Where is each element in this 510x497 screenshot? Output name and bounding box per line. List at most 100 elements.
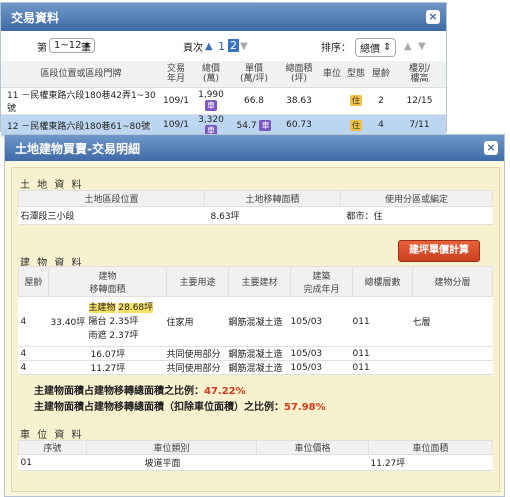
next-page-icon[interactable]: ▼ [240,41,248,52]
row-age: 4 [369,114,393,137]
col-floor: 樓別/ 樓高 [393,61,446,88]
main-building-label: 主建物 [88,302,116,313]
pk-area: 11.27坪 [368,454,493,471]
transaction-table: 區段位置或區段門牌 交易 年月 總價 (萬) 單價 (萬/坪) 總面積 (坪) … [1,61,446,137]
balcony-area: 2.35坪 [109,316,139,327]
bld-floors: 011 [352,360,413,375]
range-suffix: 筆 [81,42,91,54]
row-no: 11 [7,90,19,101]
ratio1-label: 主建物面積占建物移轉總面積之比例： [34,386,204,397]
transaction-panel: 交易資料 × 第 1~12 ▾ 筆 頁次 ▲ 1 2 ▼ 排序： 總價 ⇕ ▲ … [0,2,447,137]
parking-badge: 車 [259,119,272,131]
bld-layer: 七層 [412,296,493,347]
transaction-titlebar: 交易資料 × [1,3,446,31]
pk-no: 01 [18,454,87,471]
ratio2-value: 57.98% [284,402,326,413]
land-col-area: 土地移轉面積 [204,190,341,207]
close-icon[interactable]: × [484,141,498,155]
bld-area: 11.27坪 [48,360,167,375]
row-unit: 66.8 [231,87,277,115]
row-total: 3,320 [198,114,224,125]
building-table: 屋齡 建物 移轉面積 主要用途 主要建材 建築 完成年月 總樓層數 建物分層 4… [18,266,493,375]
bld-floors: 011 [352,296,413,347]
land-col-zone: 使用分區或編定 [340,190,493,207]
page-2-current[interactable]: 2 [228,39,239,52]
col-address: 區段位置或區段門牌 [1,61,161,88]
page-label: 頁次 [183,42,203,54]
table-header: 區段位置或區段門牌 交易 年月 總價 (萬) 單價 (萬/坪) 總面積 (坪) … [1,61,446,88]
table-row[interactable]: 11 －民權東路六段180巷42弄1~30號 109/1 1,990 車 66.… [1,87,446,115]
detail-title: 土地建物買賣-交易明細 [15,141,140,156]
row-age: 2 [369,87,393,115]
col-parking: 車位 [321,61,343,88]
balcony-label: 陽台 [88,316,107,327]
pager-bar: 第 1~12 ▾ 筆 頁次 ▲ 1 2 ▼ 排序： 總價 ⇕ ▲ ▼ [1,31,446,61]
col-type: 型態 [343,61,369,88]
parking-section-title: 車 位 資 料 [20,430,84,441]
land-table: 土地區段位置 土地移轉面積 使用分區或編定 石潭段三小段 8.63坪 都市：住 [18,190,493,225]
col-total: 總價 (萬) [191,61,231,88]
row-date: 109/1 [161,114,191,137]
land-area: 8.63坪 [204,206,341,225]
main-building-ratio: 主建物面積占建物移轉總面積之比例：47.22% [34,382,246,397]
row-floor: 7/11 [393,114,446,137]
unit-price-calc-button[interactable]: 建坪單價計算 [398,240,480,262]
bld-date: 105/03 [290,296,353,347]
pk-col-no: 序號 [18,440,87,455]
bld-col-floors: 總樓層數 [352,266,413,297]
table-row: 4 33.40坪 主建物 28.68坪 陽台 2.35坪 雨遮 2.37坪 住家… [18,296,493,347]
bld-age: 4 [18,360,49,375]
col-area: 總面積 (坪) [277,61,321,88]
land-section-title: 土 地 資 料 [20,180,84,191]
range-value: 1~12 [54,40,82,51]
table-row: 4 16.07坪 共同使用部分 鋼筋混凝土造 105/03 011 [18,346,493,361]
ratio2-label: 主建物面積占建物移轉總面積（扣除車位面積）之比例： [34,402,284,413]
type-badge: 住 [350,119,362,131]
prev-page-icon[interactable]: ▲ [205,41,213,52]
bld-col-age: 屋齡 [18,266,49,297]
detail-titlebar: 土地建物買賣-交易明細 × [5,135,504,161]
type-badge: 住 [350,95,362,106]
col-unit: 單價 (萬/坪) [231,61,277,88]
bld-use: 住家用 [166,296,229,347]
row-address: －民權東路六段180巷42弄1~30號 [7,90,156,114]
bld-age: 4 [18,296,49,347]
sort-value: 總價 [360,44,380,55]
bld-material: 鋼筋混凝土造 [228,296,291,347]
table-row: 4 11.27坪 共同使用部分 鋼筋混凝土造 105/03 011 [18,360,493,375]
detail-content: 土 地 資 料 土地區段位置 土地移轉面積 使用分區或編定 石潭段三小段 8.6… [11,167,500,492]
row-date: 109/1 [161,87,191,115]
main-building-ratio-excl-parking: 主建物面積占建物移轉總面積（扣除車位面積）之比例：57.98% [34,398,326,413]
range-prefix: 第 [37,42,47,54]
bld-use: 共同使用部分 [166,360,229,375]
rain-shelter-label: 雨遮 [88,330,107,341]
bld-use: 共同使用部分 [166,346,229,361]
bld-age: 4 [18,346,49,361]
transaction-title: 交易資料 [11,10,60,25]
sort-label: 排序： [321,42,351,54]
main-building-area: 28.68坪 [118,302,154,313]
pk-col-area: 車位面積 [368,440,493,455]
bld-date: 105/03 [290,360,353,375]
sort-asc-icon[interactable]: ▲ [404,41,412,52]
bld-material: 鋼筋混凝土造 [228,360,291,375]
bld-area: 16.07坪 [48,346,167,361]
close-icon[interactable]: × [426,10,440,24]
rain-shelter-area: 2.37坪 [109,330,139,341]
sort-desc-icon[interactable]: ▼ [418,41,426,52]
bld-col-date: 建築 完成年月 [290,266,353,297]
pk-type: 坡道平面 [86,454,257,471]
ratio1-value: 47.22% [204,386,246,397]
page-1-link[interactable]: 1 [218,40,225,53]
table-row-selected[interactable]: 12 －民權東路六段180巷61~80號 109/1 3,320 車 54.7 … [1,114,446,137]
row-unit: 54.7 [236,120,257,131]
bld-col-area: 建物 移轉面積 [48,266,167,297]
table-row: 01 坡道平面 11.27坪 [18,454,493,471]
bld-material: 鋼筋混凝土造 [228,346,291,361]
detail-panel: 土地建物買賣-交易明細 × 土 地 資 料 土地區段位置 土地移轉面積 使用分區… [4,134,505,497]
sort-select[interactable]: 總價 ⇕ [355,38,397,57]
pk-price [256,454,369,471]
row-no: 12 [7,121,19,132]
land-zone: 都市：住 [340,206,493,225]
land-location: 石潭段三小段 [18,206,205,225]
